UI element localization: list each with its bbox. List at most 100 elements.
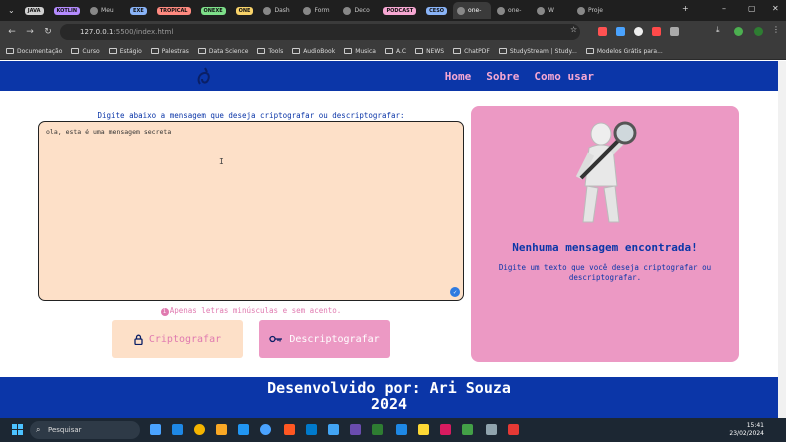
taskview-icon[interactable]	[150, 424, 161, 435]
browser-tab[interactable]: Form	[299, 2, 337, 19]
extension-icon[interactable]	[634, 27, 643, 36]
brave-icon[interactable]	[284, 424, 295, 435]
browser-tab[interactable]: ONEXE	[197, 2, 230, 19]
bookmark-star-icon[interactable]: ☆	[570, 25, 579, 34]
bookmark-item[interactable]: Modelos Grátis para...	[585, 48, 663, 55]
tab-group-chip[interactable]: CESO	[426, 6, 448, 15]
app-icon[interactable]	[260, 424, 271, 435]
taskbar-search-input[interactable]: ⌕ Pesquisar	[30, 421, 140, 439]
bookmark-item[interactable]: Curso	[71, 48, 100, 55]
bookmark-item[interactable]: Musica	[344, 48, 376, 55]
browser-tab[interactable]: TROPICAL	[153, 2, 195, 19]
warning-text: Apenas letras minúsculas e sem acento.	[169, 306, 342, 315]
bookmark-label: Data Science	[208, 47, 249, 55]
bookmark-label: Tools	[268, 47, 284, 55]
extensions-puzzle-icon[interactable]	[670, 27, 679, 36]
app-icon[interactable]	[440, 424, 451, 435]
grammarly-icon[interactable]: ✓	[450, 287, 460, 297]
browser-tab[interactable]: Proje	[573, 2, 611, 19]
download-icon[interactable]: ⤓	[716, 25, 725, 34]
bookmark-item[interactable]: StudyStream | Study...	[498, 48, 577, 55]
browser-tab[interactable]: CESO	[422, 2, 451, 19]
browser-tab[interactable]: ONE	[232, 2, 258, 19]
app-icon[interactable]	[418, 424, 429, 435]
bookmark-item[interactable]: Estágio	[108, 48, 142, 55]
file-explorer-icon[interactable]	[216, 424, 227, 435]
bookmark-item[interactable]: Palestras	[150, 48, 189, 55]
app-icon[interactable]	[350, 424, 361, 435]
folder-icon	[415, 48, 424, 54]
tab-group-chip[interactable]: TROPICAL	[156, 6, 191, 15]
windows-start-icon[interactable]	[12, 424, 23, 435]
browser-tab[interactable]: Dash	[259, 2, 297, 19]
tab-group-chip[interactable]: ONEXE	[200, 6, 226, 15]
bookmark-item[interactable]: Data Science	[197, 47, 249, 55]
browser-tab[interactable]: W	[533, 2, 571, 19]
app-icon[interactable]	[238, 424, 249, 435]
app-icon[interactable]	[328, 424, 339, 435]
windows-taskbar: ⌕ Pesquisar 15:41 23/02/2024	[0, 418, 786, 442]
bookmark-item[interactable]: AudioBook	[292, 48, 335, 55]
app-icon[interactable]	[396, 424, 407, 435]
browser-tab[interactable]: JAVA	[21, 2, 48, 19]
folder-icon	[6, 48, 14, 54]
chrome-icon[interactable]	[194, 424, 205, 435]
tab-group-chip[interactable]: EXE	[130, 6, 147, 15]
app-icon[interactable]	[486, 424, 497, 435]
app-icon[interactable]	[508, 424, 519, 435]
mail-icon[interactable]	[172, 424, 183, 435]
tab-favicon-icon	[537, 6, 546, 15]
menu-icon[interactable]: ⋮	[772, 25, 781, 34]
extension-icon[interactable]	[598, 27, 607, 36]
alura-logo-icon[interactable]	[195, 66, 213, 86]
app-icon[interactable]	[372, 424, 383, 435]
browser-tab[interactable]: Deco	[339, 2, 377, 19]
bookmark-item[interactable]: Documentação	[6, 48, 62, 55]
tab-group-chip[interactable]: JAVA	[24, 6, 44, 15]
profile-avatar[interactable]	[754, 27, 763, 36]
reload-icon[interactable]: ↻	[42, 27, 54, 37]
close-window-icon[interactable]: ✕	[772, 4, 779, 13]
tab-favicon-icon	[90, 6, 99, 15]
person-magnifier-illustration	[575, 121, 637, 223]
footer-credit: Desenvolvido por: Ari Souza	[267, 379, 511, 397]
app-icon[interactable]	[462, 424, 473, 435]
bookmark-item[interactable]: ChatPDF	[453, 48, 490, 55]
tab-group-chip[interactable]: PODCAST	[383, 6, 417, 15]
tab-search-button[interactable]: ⌄	[4, 2, 19, 19]
result-panel: Nenhuma mensagem encontrada! Digite um t…	[471, 106, 739, 362]
forward-icon[interactable]: →	[24, 27, 36, 37]
browser-tab[interactable]: PODCAST	[379, 2, 420, 19]
browser-tab[interactable]: Meu	[86, 2, 124, 19]
decrypt-button[interactable]: Descriptografar	[259, 320, 390, 358]
nav-link-sobre[interactable]: Sobre	[486, 70, 519, 83]
page-scrollbar[interactable]	[778, 61, 786, 418]
folder-icon	[498, 48, 507, 54]
bookmark-label: AudioBook	[303, 47, 336, 55]
bookmark-item[interactable]: NEWS	[415, 48, 444, 55]
maximize-icon[interactable]: ▢	[748, 4, 756, 13]
back-icon[interactable]: ←	[6, 27, 18, 37]
taskbar-clock[interactable]: 15:41 23/02/2024	[729, 422, 764, 438]
browser-tab[interactable]: one-	[493, 2, 531, 19]
extension-icon[interactable]	[652, 27, 661, 36]
extension-icon[interactable]	[616, 27, 625, 36]
tab-group-chip[interactable]: KOTLIN	[53, 6, 81, 15]
bookmark-item[interactable]: A.C	[384, 48, 406, 55]
nav-link-home[interactable]: Home	[445, 70, 472, 83]
message-textarea[interactable]: ola, esta é uma mensagem secreta I ✓	[38, 121, 464, 301]
new-tab-icon[interactable]: +	[682, 4, 689, 13]
text-cursor-icon: I	[219, 157, 224, 166]
vscode-icon[interactable]	[306, 424, 317, 435]
encrypt-button[interactable]: Criptografar	[112, 320, 243, 358]
nav-link-como-usar[interactable]: Como usar	[534, 70, 594, 83]
folder-icon	[384, 48, 393, 54]
minimize-icon[interactable]: –	[722, 4, 726, 13]
browser-tab[interactable]: EXE	[126, 2, 151, 19]
browser-tab[interactable]: one-	[453, 2, 492, 19]
url-input[interactable]: 127.0.0.1:5500/index.html	[60, 24, 580, 40]
browser-tab[interactable]: KOTLIN	[50, 2, 85, 19]
bookmark-item[interactable]: Tools	[257, 48, 283, 55]
tab-group-chip[interactable]: ONE	[235, 6, 254, 15]
profile-avatar[interactable]	[734, 27, 743, 36]
